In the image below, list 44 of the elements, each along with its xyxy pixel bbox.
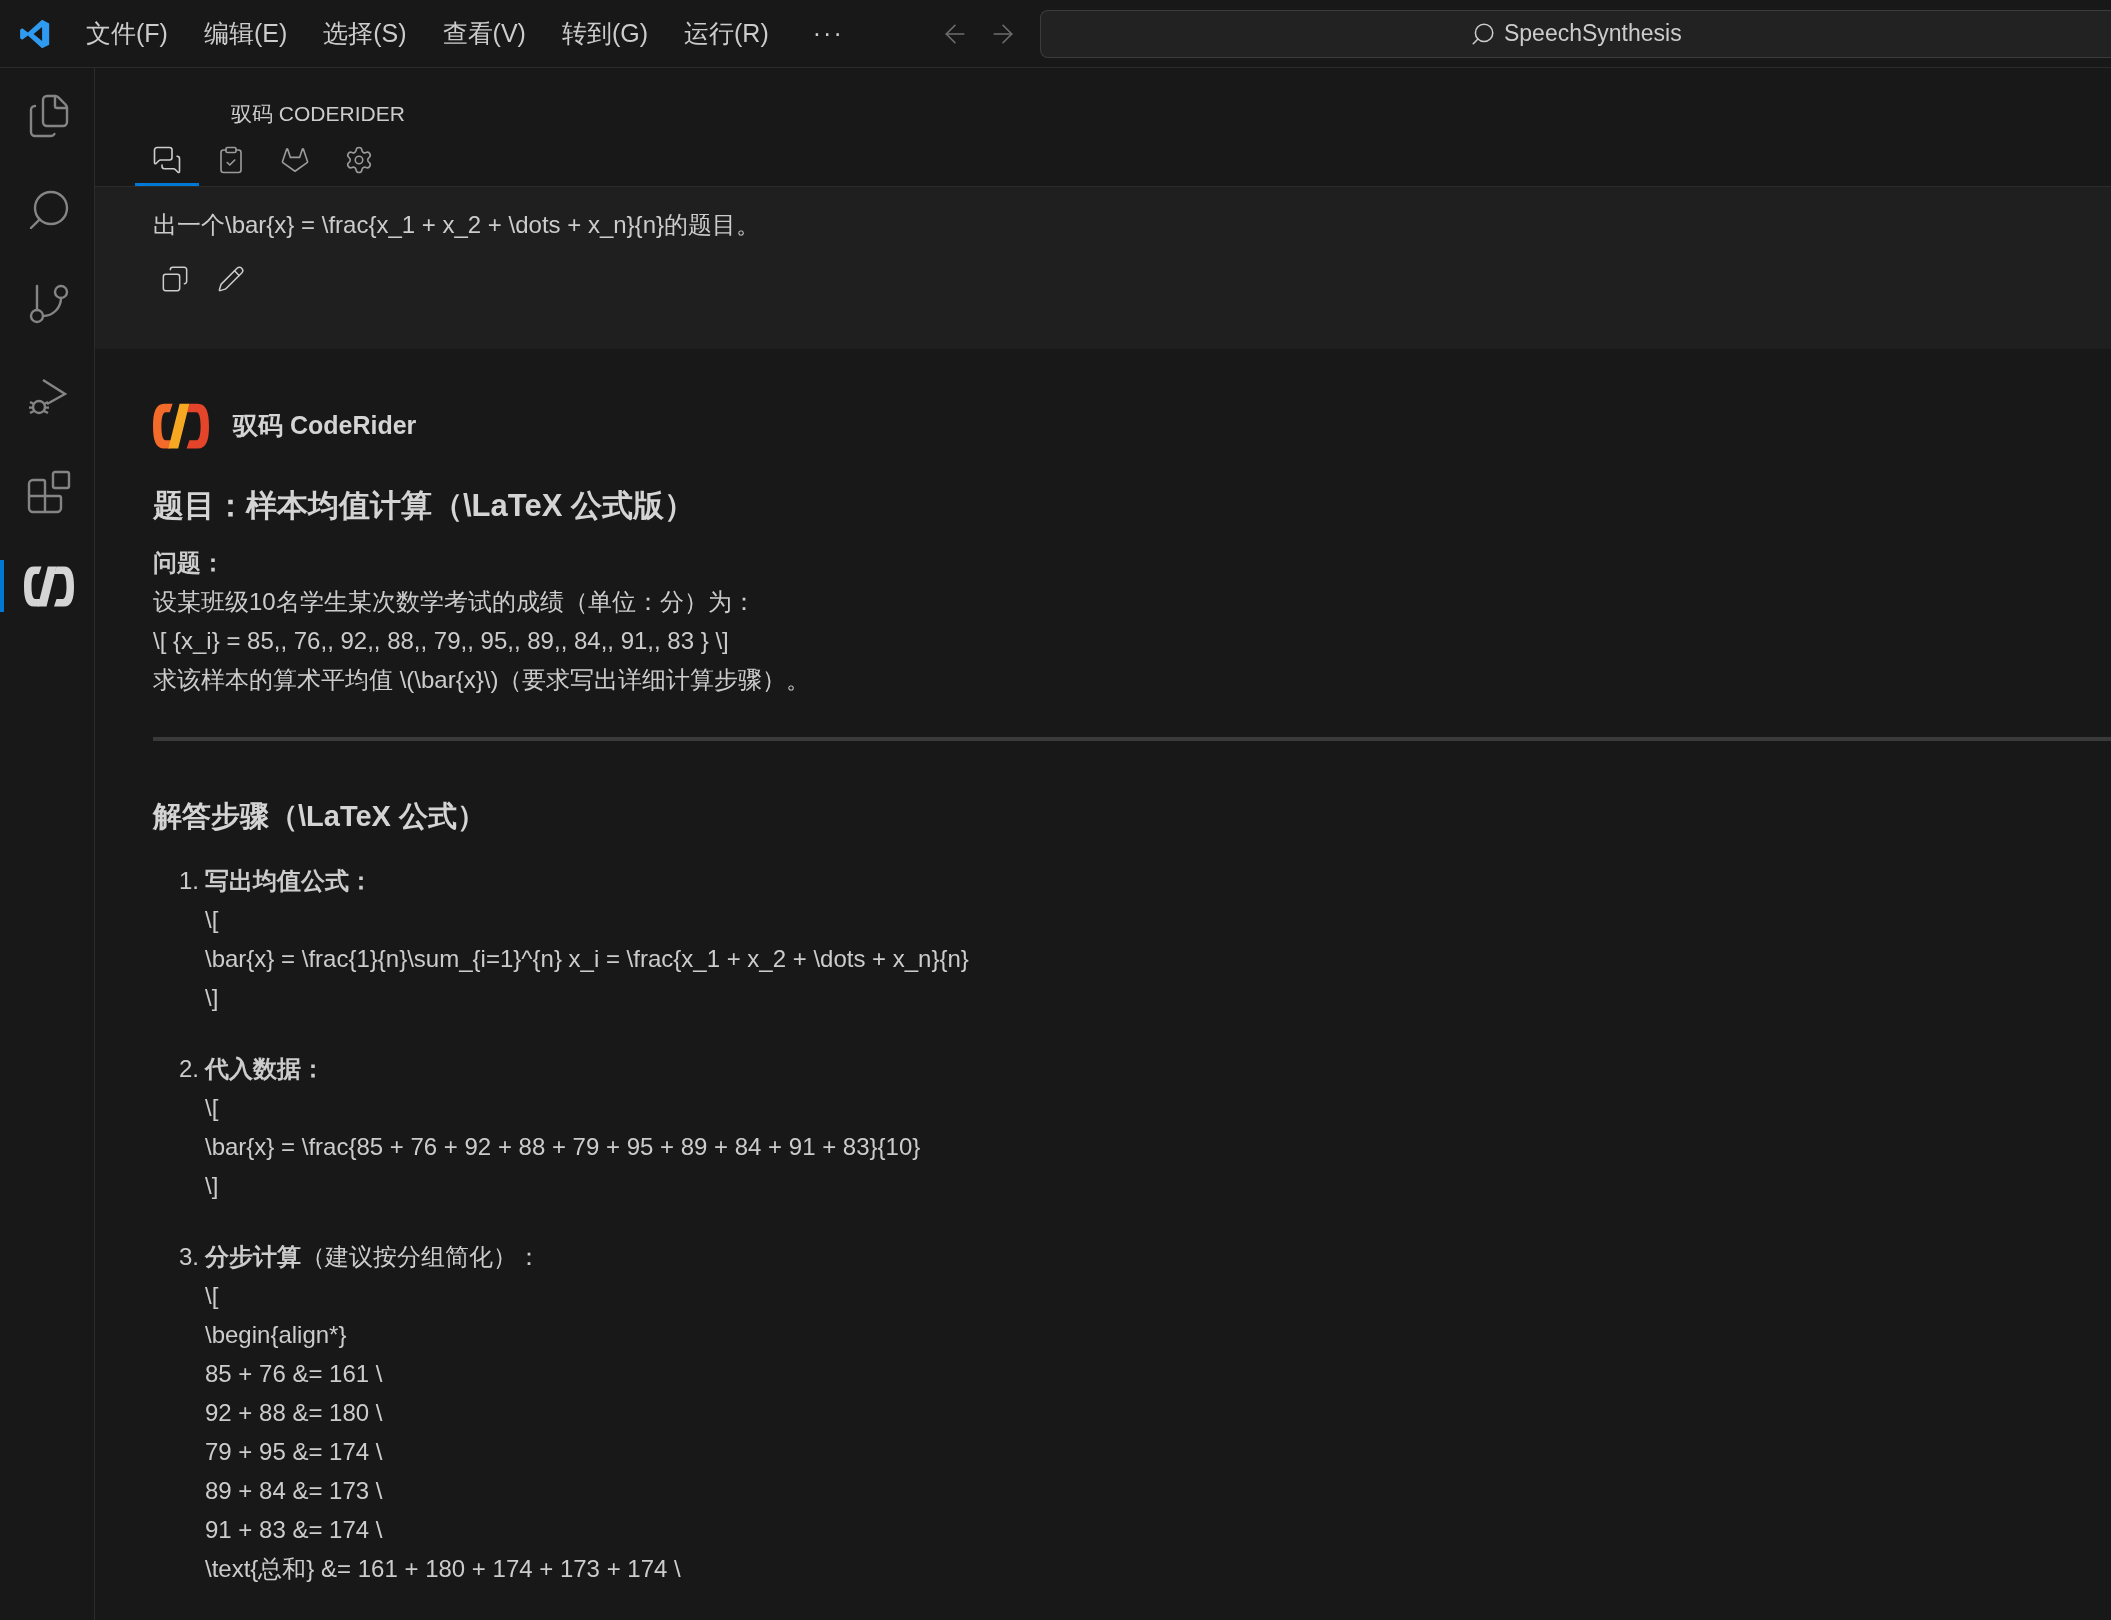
formula-line: \[	[205, 1092, 220, 1123]
menu-item[interactable]: 编辑(E)	[201, 14, 290, 53]
panel-title: 驭码 CODERIDER	[231, 102, 405, 125]
formula-line: \[	[205, 904, 220, 935]
more-menu[interactable]: ···	[812, 14, 844, 53]
author-name: 驭码 CodeRider	[233, 409, 417, 441]
section-heading: 解答步骤（\LaTeX 公式）	[153, 799, 487, 835]
step-note: （建议按分组简化）：	[301, 1242, 541, 1270]
fox-icon	[280, 145, 310, 175]
extensions-icon[interactable]	[25, 468, 73, 516]
formula-line: \[	[205, 1280, 220, 1311]
formula-line: \]	[205, 1170, 220, 1201]
formula-line: \]	[205, 982, 220, 1013]
formula-line: 91 + 83 &= 174 \	[205, 1514, 384, 1545]
formula-line: 85 + 76 &= 161 \	[205, 1358, 384, 1389]
menu-item[interactable]: 选择(S)	[321, 14, 409, 53]
menu-item[interactable]: 转到(G)	[559, 14, 650, 53]
step-title: 代入数据：	[205, 1054, 325, 1082]
chat-icon	[152, 145, 182, 175]
menu-item[interactable]: 查看(V)	[440, 14, 528, 53]
step-title: 分步计算	[205, 1242, 301, 1270]
question-text: \[ {x_i} = 85,, 76,, 92,, 88,, 79,, 95,, 89,, 84,, 91,, 83 } \]	[153, 626, 730, 657]
formula-line: 79 + 95 &= 174 \	[205, 1436, 384, 1467]
formula-line: \bar{x} = \frac{1}{n}\sum_{i=1}^{n} x_i = \frac{x_1 + x_2 + \dots + x_n}{n}	[205, 943, 969, 974]
question-text: 求该样本的算术平均值 \(\bar{x}\)（要求写出详细计算步骤）。	[153, 665, 812, 696]
formula-line: \bar{x} = \frac{85 + 76 + 92 + 88 + 79 + 95 + 89 + 84 + 91 + 83}{10}	[205, 1131, 921, 1162]
settings-icon	[344, 145, 374, 175]
step-number: 3.	[178, 1241, 200, 1272]
formula-line: 92 + 88 &= 180 \	[205, 1397, 384, 1428]
edit-icon[interactable]	[217, 264, 245, 293]
answer-title: 题目：样本均值计算（\LaTeX 公式版）	[153, 486, 696, 525]
formula-line: \begin{align*}	[205, 1319, 348, 1350]
formula-line: 89 + 84 &= 173 \	[205, 1475, 384, 1506]
menu-item[interactable]: 文件(F)	[84, 14, 170, 53]
step-number: 2.	[178, 1053, 200, 1084]
search-field[interactable]: SpeechSynthesis	[1039, 9, 2111, 58]
copy-icon[interactable]	[161, 264, 189, 293]
question-label: 问题：	[153, 548, 226, 579]
menu-item[interactable]: 运行(R)	[682, 14, 771, 53]
user-message: 出一个\bar{x} = \frac{x_1 + x_2 + \dots + x_n}{n}的题目。	[153, 209, 761, 240]
step-title: 写出均值公式：	[205, 866, 373, 894]
formula-line: \text{总和} &= 161 + 180 + 174 + 173 + 174 \	[205, 1553, 681, 1584]
step-number: 1.	[178, 865, 200, 896]
question-text: 设某班级10名学生某次数学考试的成绩（单位：分）为：	[153, 587, 757, 618]
